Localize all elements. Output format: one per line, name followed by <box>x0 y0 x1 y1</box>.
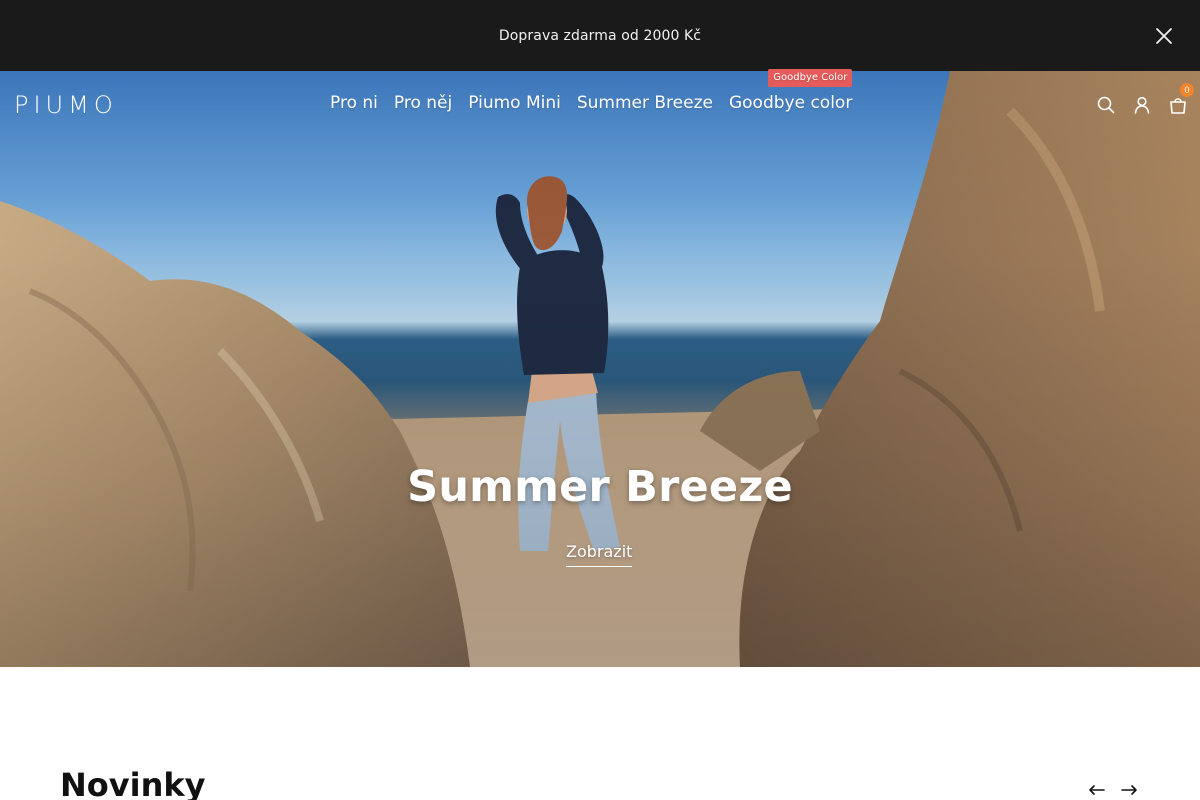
nav-item-pro-ni[interactable]: Pro ni <box>322 93 386 113</box>
close-icon <box>1156 28 1172 44</box>
carousel-prev-button[interactable] <box>1088 781 1106 799</box>
nav-item-pro-nej[interactable]: Pro něj <box>386 93 460 113</box>
arrow-left-icon <box>1089 785 1105 795</box>
nav-item-summer-breeze[interactable]: Summer Breeze <box>569 93 721 113</box>
cart-button[interactable]: 0 <box>1168 83 1194 115</box>
nav-item-goodbye-color[interactable]: Goodbye color Goodbye Color <box>721 69 860 113</box>
arrow-right-icon <box>1121 785 1137 795</box>
account-icon <box>1134 96 1150 114</box>
carousel-controls <box>1088 781 1138 799</box>
header-actions: 0 <box>1096 83 1194 115</box>
hero-banner[interactable] <box>0 71 1200 667</box>
hero-overlay <box>0 71 1200 667</box>
announcement-text: Doprava zdarma od 2000 Kč <box>498 27 702 44</box>
logo[interactable]: PIUMO <box>14 91 118 119</box>
hero-title: Summer Breeze <box>407 462 793 512</box>
site-header: PIUMO Pro ni Pro něj Piumo Mini Summer B… <box>0 69 1200 137</box>
cart-icon <box>1170 98 1186 114</box>
hero-view-link[interactable]: Zobrazit <box>566 542 633 567</box>
search-button[interactable] <box>1096 95 1116 115</box>
search-icon <box>1097 96 1115 114</box>
nav-item-piumo-mini[interactable]: Piumo Mini <box>460 93 569 113</box>
close-announcement-button[interactable] <box>1154 26 1174 46</box>
nav-item-label: Goodbye color <box>728 93 853 113</box>
section-title: Novinky <box>60 766 206 800</box>
account-button[interactable] <box>1132 95 1152 115</box>
main-nav: Pro ni Pro něj Piumo Mini Summer Breeze … <box>322 69 860 113</box>
cart-count-badge: 0 <box>1180 83 1194 97</box>
carousel-next-button[interactable] <box>1120 781 1138 799</box>
announcement-bar: Doprava zdarma od 2000 Kč <box>0 0 1200 71</box>
nav-badge: Goodbye Color <box>768 69 853 87</box>
